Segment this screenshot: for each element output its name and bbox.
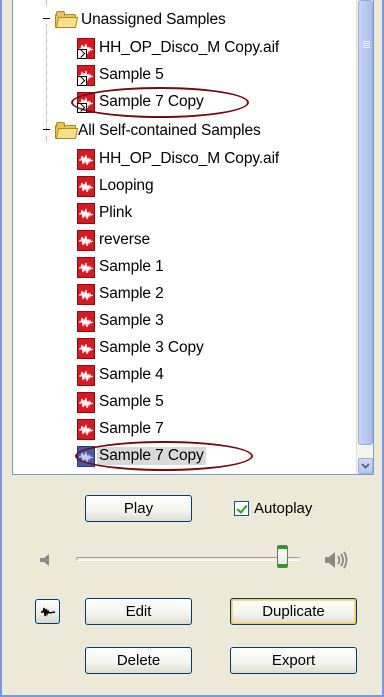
tree-item-label: Looping bbox=[99, 177, 154, 194]
duplicate-button[interactable]: Duplicate bbox=[230, 598, 357, 625]
folder-icon bbox=[55, 11, 79, 29]
tree-item[interactable]: HH_OP_Disco_M Copy.aif bbox=[76, 35, 280, 61]
tree-item-label: Sample 3 bbox=[99, 312, 164, 329]
sample-icon bbox=[77, 418, 95, 440]
sample-tree-content: Unassigned Samples HH_OP_Disco_M Copy.ai… bbox=[13, 0, 346, 474]
tree-item[interactable]: Sample 3 Copy bbox=[77, 335, 204, 361]
tree-item-label: Sample 1 bbox=[99, 258, 164, 275]
tree-item[interactable]: Plink bbox=[77, 200, 132, 226]
waveform-button[interactable] bbox=[35, 599, 60, 624]
waveform-icon bbox=[40, 607, 55, 617]
scrollbar-thumb[interactable] bbox=[358, 0, 373, 445]
autoplay-checkbox[interactable]: Autoplay bbox=[234, 500, 312, 517]
sample-tree[interactable]: Unassigned Samples HH_OP_Disco_M Copy.ai… bbox=[12, 0, 374, 475]
volume-high-icon bbox=[325, 551, 348, 569]
tree-item[interactable]: Sample 5 bbox=[77, 389, 164, 415]
autoplay-label: Autoplay bbox=[254, 500, 313, 517]
sample-icon bbox=[77, 364, 95, 386]
sample-icon bbox=[77, 175, 95, 197]
tree-item-label: HH_OP_Disco_M Copy.aif bbox=[99, 39, 280, 56]
edit-button[interactable]: Edit bbox=[85, 598, 192, 625]
export-button[interactable]: Export bbox=[230, 647, 357, 674]
collapse-self-contained-toggle[interactable] bbox=[41, 124, 52, 135]
tree-group-label: All Self-contained Samples bbox=[78, 122, 261, 139]
tree-guide-line bbox=[46, 24, 47, 130]
tree-item[interactable]: reverse bbox=[77, 227, 150, 253]
sample-browser-panel: Unassigned Samples HH_OP_Disco_M Copy.ai… bbox=[0, 0, 384, 697]
tree-item-label: Sample 3 Copy bbox=[99, 339, 204, 356]
tree-item[interactable]: Sample 7 Copy bbox=[76, 89, 204, 115]
sample-alias-icon bbox=[76, 64, 95, 86]
autoplay-checkbox-box[interactable] bbox=[234, 501, 249, 516]
tree-guide-line bbox=[46, 136, 47, 142]
tree-item-label: reverse bbox=[99, 231, 150, 248]
delete-button[interactable]: Delete bbox=[85, 647, 192, 674]
tree-item-label: Sample 7 Copy bbox=[99, 93, 204, 110]
tree-item-label: Sample 4 bbox=[99, 366, 164, 383]
collapse-unassigned-toggle[interactable] bbox=[41, 13, 52, 24]
tree-item-label: HH_OP_Disco_M Copy.aif bbox=[99, 150, 280, 167]
tree-item[interactable]: Sample 1 bbox=[77, 254, 164, 280]
volume-slider-track[interactable] bbox=[76, 557, 300, 561]
tree-item-selected[interactable]: Sample 7 Copy bbox=[77, 443, 206, 469]
tree-item[interactable]: Sample 5 bbox=[76, 62, 164, 88]
sample-icon bbox=[77, 391, 95, 413]
tree-item-label: Sample 5 bbox=[99, 393, 164, 410]
play-button[interactable]: Play bbox=[85, 495, 192, 522]
sample-icon bbox=[77, 310, 95, 332]
sample-icon bbox=[77, 148, 95, 170]
scroll-down-button[interactable] bbox=[358, 458, 373, 474]
sample-icon bbox=[77, 445, 95, 467]
tree-item-label: Sample 5 bbox=[99, 66, 164, 83]
volume-slider-thumb[interactable] bbox=[276, 545, 288, 568]
chevron-down-icon bbox=[361, 463, 370, 469]
tree-item[interactable]: Sample 3 bbox=[77, 308, 164, 334]
tree-item-label: Sample 2 bbox=[99, 285, 164, 302]
tree-item[interactable]: Sample 2 bbox=[77, 281, 164, 307]
sample-alias-icon bbox=[76, 37, 95, 59]
tree-item[interactable]: Sample 4 bbox=[77, 362, 164, 388]
tree-group-unassigned[interactable]: Unassigned Samples bbox=[55, 7, 226, 33]
sample-icon bbox=[77, 283, 95, 305]
vertical-scrollbar[interactable] bbox=[356, 0, 373, 474]
tree-guide-line bbox=[46, 0, 47, 6]
folder-icon bbox=[55, 122, 79, 140]
tree-item-label: Sample 7 bbox=[99, 420, 164, 437]
sample-icon bbox=[77, 229, 95, 251]
volume-low-icon bbox=[40, 554, 49, 566]
tree-item[interactable]: HH_OP_Disco_M Copy.aif bbox=[77, 146, 279, 172]
tree-group-label: Unassigned Samples bbox=[81, 11, 226, 28]
tree-item[interactable]: Looping bbox=[77, 173, 154, 199]
tree-item[interactable]: Sample 7 bbox=[77, 416, 164, 442]
tree-item-label: Sample 7 Copy bbox=[97, 447, 206, 465]
sample-icon bbox=[77, 337, 95, 359]
sample-icon bbox=[77, 256, 95, 278]
scrollbar-grip bbox=[363, 41, 370, 49]
sample-alias-icon bbox=[76, 91, 95, 113]
sample-icon bbox=[77, 202, 95, 224]
tree-item-label: Plink bbox=[99, 204, 133, 221]
tree-group-self-contained[interactable]: All Self-contained Samples bbox=[55, 118, 261, 144]
